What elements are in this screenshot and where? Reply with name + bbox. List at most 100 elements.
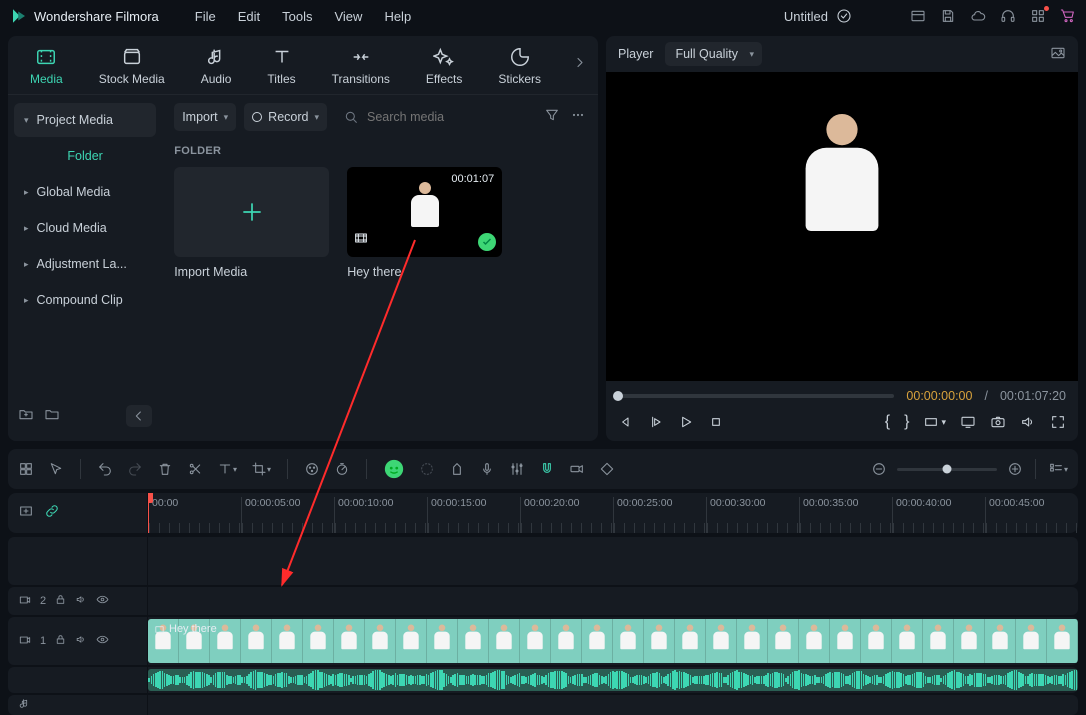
tab-stock-media[interactable]: Stock Media [87, 44, 177, 88]
tl-link-icon[interactable] [569, 461, 585, 477]
media-clip-hey-there[interactable]: 00:01:07 Hey there [347, 167, 502, 279]
apps-icon[interactable] [1030, 8, 1046, 24]
tl-split-icon[interactable] [187, 461, 203, 477]
search-icon [343, 109, 359, 125]
track-mute-icon[interactable] [75, 633, 88, 649]
menu-file[interactable]: File [195, 9, 216, 24]
add-track-icon[interactable] [18, 503, 34, 524]
clip-thumbnail [410, 182, 440, 242]
play-in-icon[interactable] [648, 414, 664, 430]
tl-crop-icon[interactable]: ▾ [251, 461, 271, 477]
mark-in-icon[interactable]: { [885, 413, 890, 431]
project-name[interactable]: Untitled [784, 8, 852, 24]
volume-icon[interactable] [1020, 414, 1036, 430]
tl-delete-icon[interactable] [157, 461, 173, 477]
sidebar-project-media[interactable]: ▾Project Media [14, 103, 156, 137]
tab-stickers[interactable]: Stickers [486, 44, 553, 88]
search-input[interactable] [367, 110, 528, 124]
player-label: Player [618, 47, 653, 61]
track-video-2: 2 [8, 587, 1078, 615]
track-lock-icon[interactable] [54, 593, 67, 609]
menu-edit[interactable]: Edit [238, 9, 260, 24]
title-bar: Wondershare Filmora File Edit Tools View… [0, 0, 1086, 32]
tl-keyframe-icon[interactable] [599, 461, 615, 477]
tl-adjust-icon[interactable] [18, 461, 34, 477]
tab-effects[interactable]: Effects [414, 44, 474, 88]
track-audio-extra[interactable] [8, 695, 1078, 715]
more-icon[interactable] [570, 107, 586, 128]
main-menu: File Edit Tools View Help [195, 9, 411, 24]
track-video-icon [18, 593, 32, 610]
ratio-icon[interactable]: ▾ [923, 414, 946, 430]
sidebar-adjustment-layer[interactable]: ▸Adjustment La... [14, 247, 156, 281]
filter-icon[interactable] [544, 107, 560, 128]
playhead[interactable] [148, 493, 149, 533]
headphones-icon[interactable] [1000, 8, 1016, 24]
track-audio-icon [18, 697, 31, 713]
new-bin-icon[interactable] [44, 406, 60, 427]
sidebar-collapse-icon[interactable] [126, 405, 152, 427]
tabs-scroll-right-icon[interactable] [572, 55, 588, 76]
zoom-out-icon[interactable] [871, 461, 887, 477]
play-icon[interactable] [678, 414, 694, 430]
progress-bar[interactable] [618, 394, 894, 398]
tl-ai-icon[interactable] [383, 458, 405, 480]
menu-help[interactable]: Help [384, 9, 411, 24]
prev-frame-icon[interactable] [618, 414, 634, 430]
tl-redo-icon[interactable] [127, 461, 143, 477]
search-media[interactable] [335, 103, 536, 131]
new-folder-icon[interactable] [18, 406, 34, 427]
sidebar-compound-clip[interactable]: ▸Compound Clip [14, 283, 156, 317]
tab-titles[interactable]: Titles [255, 44, 307, 88]
fullscreen-icon[interactable] [1050, 414, 1066, 430]
tl-cursor-icon[interactable] [48, 461, 64, 477]
display-icon[interactable] [960, 414, 976, 430]
layout-icon[interactable] [910, 8, 926, 24]
import-button[interactable]: Import▾ [174, 103, 236, 131]
track-audio-1[interactable] [8, 667, 1078, 693]
track-hide-icon[interactable] [96, 633, 109, 649]
tl-text-icon[interactable]: ▾ [217, 461, 237, 477]
save-icon[interactable] [940, 8, 956, 24]
mark-out-icon[interactable]: } [904, 413, 909, 431]
record-button[interactable]: Record▾ [244, 103, 327, 131]
stop-icon[interactable] [708, 414, 724, 430]
tl-marker-icon[interactable] [449, 461, 465, 477]
sidebar-global-media[interactable]: ▸Global Media [14, 175, 156, 209]
track-mute-icon[interactable] [75, 593, 88, 609]
zoom-in-icon[interactable] [1007, 461, 1023, 477]
zoom-slider[interactable] [897, 468, 997, 471]
menu-tools[interactable]: Tools [282, 9, 312, 24]
sidebar-folder[interactable]: Folder [14, 139, 156, 173]
link-clips-icon[interactable] [44, 503, 60, 524]
tl-speed-icon[interactable] [334, 461, 350, 477]
tl-magnet-icon[interactable] [539, 461, 555, 477]
quality-dropdown[interactable]: Full Quality▾ [665, 42, 762, 66]
preview-viewport[interactable] [606, 72, 1078, 381]
menu-view[interactable]: View [334, 9, 362, 24]
track-video-1[interactable]: 1 Hey there [8, 617, 1078, 665]
cart-icon[interactable] [1060, 8, 1076, 24]
track-empty[interactable] [8, 537, 1078, 585]
sidebar-cloud-media[interactable]: ▸Cloud Media [14, 211, 156, 245]
time-ruler[interactable]: 00:00 00:00:05:00 00:00:10:00 00:00:15:0… [148, 493, 1078, 533]
tab-audio[interactable]: Audio [189, 44, 244, 88]
track-hide-icon[interactable] [96, 593, 109, 609]
cloud-icon[interactable] [970, 8, 986, 24]
tl-color-icon[interactable] [304, 461, 320, 477]
tl-mixer-icon[interactable] [509, 461, 525, 477]
tab-media[interactable]: Media [18, 44, 75, 88]
track-lock-icon[interactable] [54, 633, 67, 649]
clip-icon [154, 624, 165, 635]
timeline-clip[interactable]: Hey there [148, 619, 1078, 663]
tab-transitions[interactable]: Transitions [320, 44, 402, 88]
timeline-audio-clip[interactable] [148, 669, 1078, 691]
track-number: 1 [40, 635, 46, 647]
snapshot-icon[interactable] [1050, 45, 1066, 64]
tl-view-icon[interactable]: ▾ [1048, 461, 1068, 477]
tl-dotcircle-icon[interactable] [419, 461, 435, 477]
import-media-tile[interactable]: Import Media [174, 167, 329, 279]
tl-mic-icon[interactable] [479, 461, 495, 477]
tl-undo-icon[interactable] [97, 461, 113, 477]
camera-icon[interactable] [990, 414, 1006, 430]
